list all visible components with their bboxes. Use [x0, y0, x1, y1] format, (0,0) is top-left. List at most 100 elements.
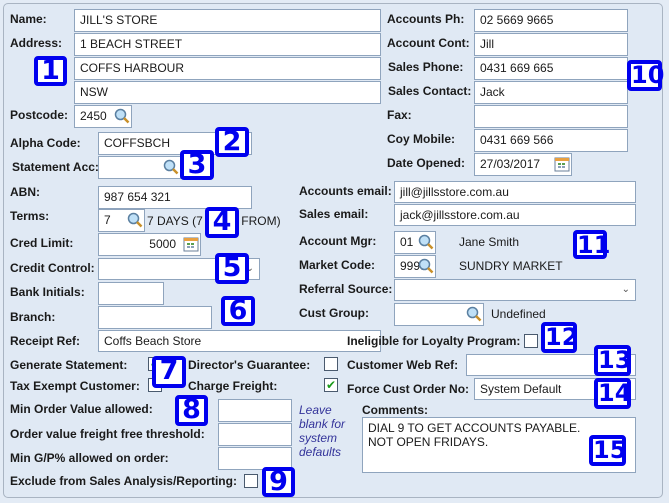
receipt-ref-label: Receipt Ref:: [10, 334, 81, 348]
defaults-note: Leave blank for system defaults: [299, 403, 346, 459]
min-order-input[interactable]: [218, 399, 292, 422]
directors-guarantee-label: Director's Guarantee:: [188, 358, 311, 372]
account-cont-label: Account Cont:: [387, 36, 470, 50]
branch-label: Branch:: [10, 310, 56, 324]
generate-statement-label: Generate Statement:: [10, 358, 128, 372]
callout-badge-12: 12: [541, 322, 578, 353]
web-ref-label: Customer Web Ref:: [347, 358, 459, 372]
account-mgr-value: 01: [400, 235, 414, 249]
referral-source-label: Referral Source:: [299, 282, 393, 296]
cred-limit-value: 5000: [149, 237, 176, 251]
charge-freight-label: Charge Freight:: [188, 379, 278, 393]
accounts-email-input[interactable]: jill@jillsstore.com.au: [394, 181, 636, 203]
branch-input[interactable]: [98, 306, 212, 329]
postcode-label: Postcode:: [10, 108, 69, 122]
fax-input[interactable]: [474, 105, 628, 128]
search-icon[interactable]: [114, 108, 130, 124]
callout-badge-14: 14: [594, 378, 631, 409]
receipt-ref-input[interactable]: Coffs Beach Store: [98, 330, 381, 352]
account-cont-input[interactable]: Jill: [474, 33, 628, 56]
account-mgr-label: Account Mgr:: [299, 234, 377, 248]
address-label: Address:: [10, 36, 63, 50]
cust-group-input[interactable]: [394, 303, 484, 326]
sales-phone-input[interactable]: 0431 669 665: [474, 57, 628, 80]
abn-label: ABN:: [10, 185, 40, 199]
cust-group-label: Cust Group:: [299, 306, 369, 320]
terms-value: 7: [104, 213, 111, 227]
chevron-down-icon: ⌄: [621, 284, 630, 295]
charge-freight-checkbox[interactable]: ✔: [324, 378, 338, 392]
cust-group-name: Undefined: [491, 307, 546, 321]
date-opened-label: Date Opened:: [387, 156, 466, 170]
callout-badge-9: 9: [262, 467, 295, 497]
name-label: Name:: [10, 12, 47, 26]
market-name: SUNDRY MARKET: [459, 259, 563, 273]
callout-badge-4: 4: [205, 207, 239, 238]
callout-badge-1: 1: [34, 56, 67, 86]
alpha-code-label: Alpha Code:: [10, 136, 81, 150]
tax-exempt-label: Tax Exempt Customer:: [10, 379, 140, 393]
sales-email-label: Sales email:: [299, 207, 369, 221]
name-input[interactable]: JILL'S STORE: [74, 9, 381, 32]
account-mgr-input[interactable]: 01: [394, 231, 436, 254]
callout-badge-8: 8: [175, 395, 208, 426]
freight-free-label: Order value freight free threshold:: [10, 427, 205, 441]
postcode-value: 2450: [80, 109, 107, 123]
callout-badge-6: 6: [221, 296, 255, 326]
coy-mobile-input[interactable]: 0431 669 566: [474, 129, 628, 152]
freight-free-input[interactable]: [218, 423, 292, 446]
sales-contact-label: Sales Contact:: [388, 84, 472, 98]
callout-badge-11: 11: [573, 230, 610, 259]
terms-input[interactable]: 7: [98, 209, 145, 232]
credit-control-label: Credit Control:: [10, 261, 95, 275]
cred-limit-input[interactable]: 5000: [98, 233, 201, 256]
calendar-icon[interactable]: [554, 156, 570, 172]
callout-badge-7: 7: [152, 356, 186, 388]
cred-limit-label: Cred Limit:: [10, 236, 74, 250]
address-line1-input[interactable]: 1 BEACH STREET: [74, 33, 381, 56]
callout-badge-2: 2: [215, 127, 249, 157]
sales-email-input[interactable]: jack@jillsstore.com.au: [394, 204, 636, 226]
referral-source-dropdown[interactable]: ⌄: [394, 279, 636, 301]
callout-badge-3: 3: [180, 150, 214, 180]
sales-contact-input[interactable]: Jack: [474, 81, 628, 104]
search-icon[interactable]: [163, 159, 179, 175]
statement-acc-input[interactable]: [98, 156, 181, 179]
date-opened-input[interactable]: 27/03/2017: [474, 153, 572, 176]
callout-badge-15: 15: [589, 435, 626, 466]
market-code-label: Market Code:: [299, 258, 376, 272]
callout-badge-10: 10: [627, 60, 664, 91]
date-opened-value: 27/03/2017: [480, 157, 541, 171]
callout-badge-5: 5: [215, 253, 249, 284]
comments-label: Comments:: [362, 403, 429, 417]
account-mgr-name: Jane Smith: [459, 235, 520, 249]
postcode-input[interactable]: 2450: [74, 105, 132, 128]
bank-initials-label: Bank Initials:: [10, 285, 85, 299]
search-icon[interactable]: [127, 212, 143, 228]
min-gp-label: Min G/P% allowed on order:: [10, 451, 169, 465]
market-code-input[interactable]: 9999: [394, 255, 436, 278]
fax-label: Fax:: [387, 108, 412, 122]
terms-label: Terms:: [10, 209, 50, 223]
search-icon[interactable]: [418, 234, 434, 250]
directors-guarantee-checkbox[interactable]: [324, 357, 338, 371]
search-icon[interactable]: [466, 306, 482, 322]
calculator-icon[interactable]: [183, 236, 199, 252]
statement-acc-label: Statement Acc:: [12, 160, 99, 174]
accounts-email-label: Accounts email:: [299, 184, 392, 198]
exclude-sales-label: Exclude from Sales Analysis/Reporting:: [10, 474, 237, 488]
force-order-label: Force Cust Order No:: [347, 382, 470, 396]
address-line3-input[interactable]: NSW: [74, 81, 381, 104]
accounts-ph-label: Accounts Ph:: [387, 12, 465, 26]
search-icon[interactable]: [418, 258, 434, 274]
callout-badge-13: 13: [594, 345, 631, 376]
sales-phone-label: Sales Phone:: [388, 60, 464, 74]
loyalty-checkbox[interactable]: [524, 334, 538, 348]
bank-initials-input[interactable]: [98, 282, 164, 305]
accounts-ph-input[interactable]: 02 5669 9665: [474, 9, 628, 32]
address-line2-input[interactable]: COFFS HARBOUR: [74, 57, 381, 80]
min-order-label: Min Order Value allowed:: [10, 402, 153, 416]
coy-mobile-label: Coy Mobile:: [387, 132, 455, 146]
exclude-sales-checkbox[interactable]: [244, 474, 258, 488]
loyalty-label: Ineligible for Loyalty Program:: [347, 334, 521, 348]
